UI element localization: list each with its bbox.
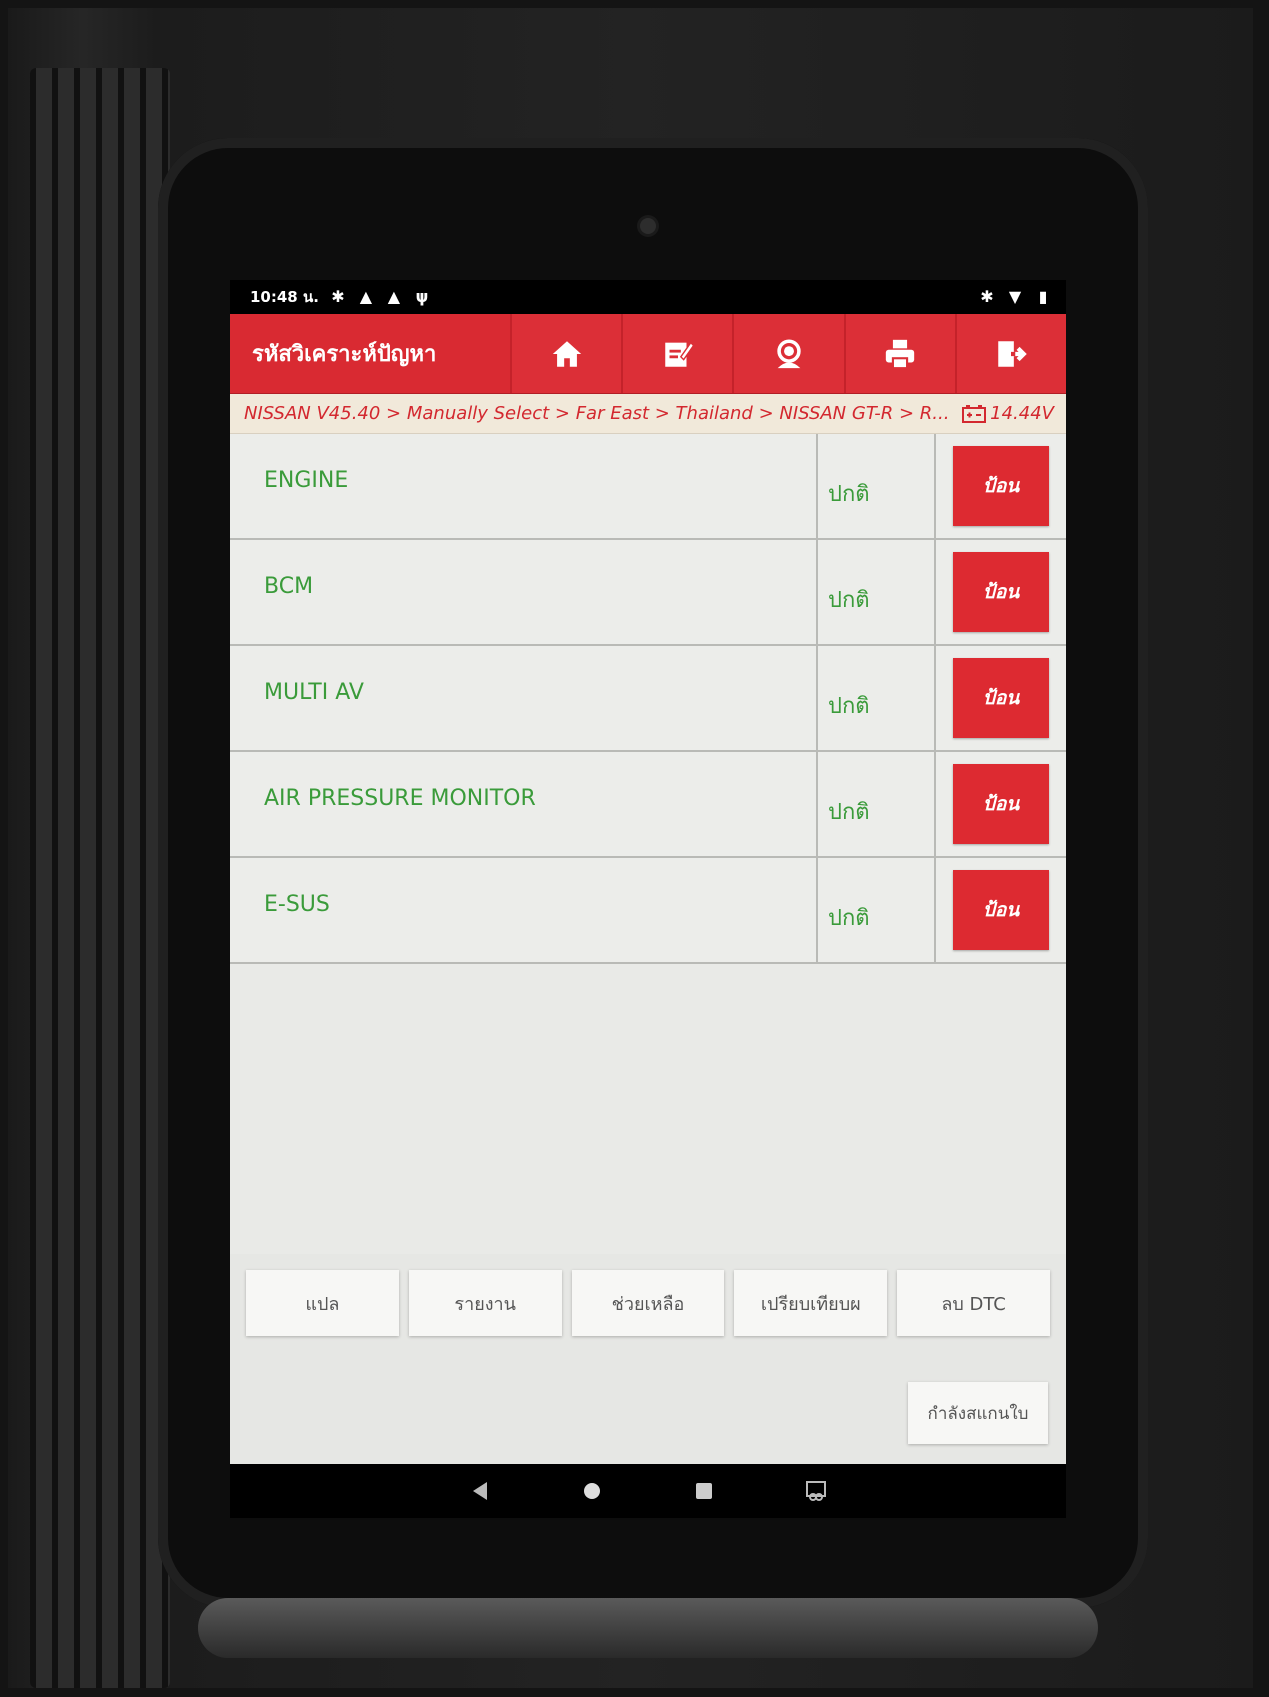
bluetooth-icon: ✱ (331, 287, 345, 306)
system-status: ปกติ (818, 540, 936, 644)
voltage-value: 14.44V (990, 403, 1054, 424)
exit-icon (998, 340, 1028, 367)
system-status: ปกติ (818, 752, 936, 856)
report-button[interactable]: รายงาน (408, 1270, 562, 1336)
print-button[interactable] (843, 314, 955, 393)
bluetooth-icon: ✱ (980, 287, 994, 306)
status-time: 10:48 น. (250, 288, 319, 306)
back-button[interactable] (468, 1479, 492, 1503)
page-title: รหัสวิเคราะห์ปัญหา (252, 342, 437, 367)
scissors-icon (806, 1481, 826, 1501)
support-button[interactable] (732, 314, 844, 393)
table-row: ENGINE ปกติ ป้อน (230, 434, 1066, 540)
enter-button[interactable]: ป้อน (953, 552, 1049, 632)
exit-button[interactable] (954, 314, 1066, 393)
camera-lens (640, 218, 656, 234)
system-status: ปกติ (818, 858, 936, 962)
warning-icon: ▲ (387, 287, 401, 306)
table-row: BCM ปกติ ป้อน (230, 540, 1066, 646)
system-status: ปกติ (818, 434, 936, 538)
edit-icon (665, 341, 695, 367)
recents-icon (696, 1483, 712, 1499)
enter-button[interactable]: ป้อน (953, 764, 1049, 844)
breadcrumb-path: NISSAN V45.40 > Manually Select > Far Ea… (244, 403, 950, 424)
table-row: AIR PRESSURE MONITOR ปกติ ป้อน (230, 752, 1066, 858)
help-button[interactable]: ช่วยเหลือ (571, 1270, 725, 1336)
warning-icon: ▲ (359, 287, 373, 306)
translate-button[interactable]: แปล (246, 1270, 399, 1336)
app-window: รหัสวิเคราะห์ปัญหา NISSAN V45.40 > Manua… (230, 314, 1066, 1464)
home-button[interactable] (510, 314, 622, 393)
title-bar: รหัสวิเคราะห์ปัญหา (230, 314, 1066, 394)
table-row: MULTI AV ปกติ ป้อน (230, 646, 1066, 752)
wifi-icon: ▼ (1008, 287, 1022, 306)
print-icon (886, 339, 915, 369)
system-name: MULTI AV (230, 646, 818, 750)
home-nav-button[interactable] (580, 1479, 604, 1503)
back-icon (473, 1482, 487, 1500)
breadcrumb: NISSAN V45.40 > Manually Select > Far Ea… (230, 394, 1066, 434)
system-name: ENGINE (230, 434, 818, 538)
footer-toolbar: แปล รายงาน ช่วยเหลือ เปรียบเทียบผ ลบ DTC… (230, 1254, 1066, 1464)
device-bottom-lip (198, 1598, 1098, 1658)
edit-button[interactable] (621, 314, 733, 393)
usb-icon: ψ (415, 287, 429, 306)
recents-button[interactable] (692, 1479, 716, 1503)
support-icon (777, 338, 801, 368)
system-status: ปกติ (818, 646, 936, 750)
enter-button[interactable]: ป้อน (953, 658, 1049, 738)
circle-home-icon (584, 1483, 600, 1499)
home-icon (552, 340, 581, 367)
enter-button[interactable]: ป้อน (953, 446, 1049, 526)
device-grip (30, 68, 170, 1688)
screenshot-button[interactable] (804, 1479, 828, 1503)
car-battery-icon (962, 404, 987, 423)
android-nav-bar (230, 1464, 1066, 1518)
system-name: AIR PRESSURE MONITOR (230, 752, 818, 856)
enter-button[interactable]: ป้อน (953, 870, 1049, 950)
status-bar: 10:48 น. ✱ ▲ ▲ ψ ✱ ▼ ▮ (230, 280, 1066, 314)
clear-dtc-button[interactable]: ลบ DTC (897, 1270, 1050, 1336)
tablet-screen: 10:48 น. ✱ ▲ ▲ ψ ✱ ▼ ▮ รหัสวิเคราะห์ปัญห… (230, 280, 1066, 1518)
compare-button[interactable]: เปรียบเทียบผ (734, 1270, 888, 1336)
system-list: ENGINE ปกติ ป้อน BCM ปกติ ป้อน MULTI AV … (230, 434, 1066, 964)
battery-voltage: 14.44V (962, 403, 1054, 424)
system-name: BCM (230, 540, 818, 644)
scanning-button[interactable]: กำลังสแกนใบ (908, 1382, 1048, 1444)
system-name: E-SUS (230, 858, 818, 962)
battery-icon: ▮ (1038, 287, 1048, 306)
table-row: E-SUS ปกติ ป้อน (230, 858, 1066, 964)
